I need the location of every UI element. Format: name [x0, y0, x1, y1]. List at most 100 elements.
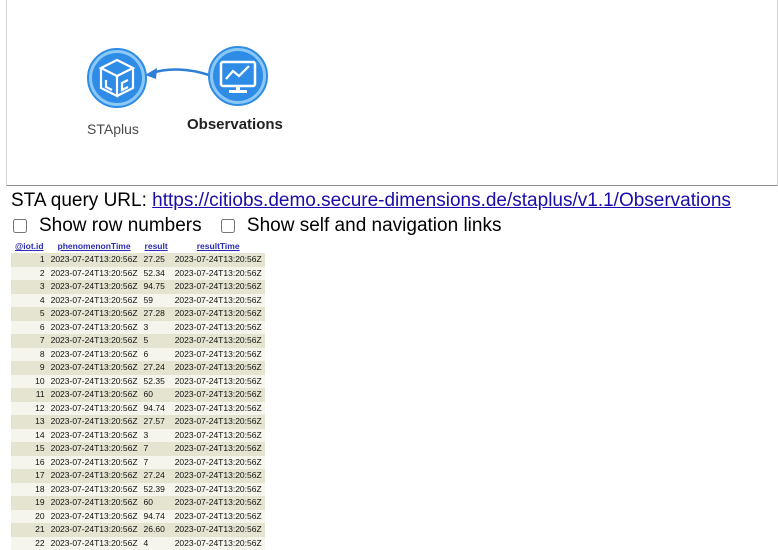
- cell-result: 7: [141, 442, 172, 456]
- cell-result: 60: [141, 496, 172, 510]
- table-row: 202023-07-24T13:20:56Z94.742023-07-24T13…: [11, 510, 265, 524]
- table-row: 142023-07-24T13:20:56Z32023-07-24T13:20:…: [11, 429, 265, 443]
- cell-result: 6: [141, 348, 172, 362]
- cell-result-time: 2023-07-24T13:20:56Z: [172, 388, 265, 402]
- table-row: 192023-07-24T13:20:56Z602023-07-24T13:20…: [11, 496, 265, 510]
- cell-result-time: 2023-07-24T13:20:56Z: [172, 307, 265, 321]
- show-row-numbers-label: Show row numbers: [39, 215, 202, 237]
- cell-iot-id: 14: [11, 429, 48, 443]
- cell-result: 5: [141, 334, 172, 348]
- cell-phenomenon-time: 2023-07-24T13:20:56Z: [48, 321, 141, 335]
- table-row: 222023-07-24T13:20:56Z42023-07-24T13:20:…: [11, 537, 265, 550]
- cell-iot-id: 3: [11, 280, 48, 294]
- cell-iot-id: 16: [11, 456, 48, 470]
- cell-phenomenon-time: 2023-07-24T13:20:56Z: [48, 496, 141, 510]
- cell-iot-id: 2: [11, 267, 48, 281]
- cell-result: 27.24: [141, 361, 172, 375]
- cell-phenomenon-time: 2023-07-24T13:20:56Z: [48, 375, 141, 389]
- cell-iot-id: 19: [11, 496, 48, 510]
- table-row: 122023-07-24T13:20:56Z94.742023-07-24T13…: [11, 402, 265, 416]
- cell-result-time: 2023-07-24T13:20:56Z: [172, 375, 265, 389]
- cell-iot-id: 17: [11, 469, 48, 483]
- cell-result-time: 2023-07-24T13:20:56Z: [172, 429, 265, 443]
- cell-phenomenon-time: 2023-07-24T13:20:56Z: [48, 442, 141, 456]
- table-row: 212023-07-24T13:20:56Z26.602023-07-24T13…: [11, 523, 265, 537]
- cell-result-time: 2023-07-24T13:20:56Z: [172, 321, 265, 335]
- cell-iot-id: 9: [11, 361, 48, 375]
- cell-result: 60: [141, 388, 172, 402]
- cell-iot-id: 13: [11, 415, 48, 429]
- table-row: 42023-07-24T13:20:56Z592023-07-24T13:20:…: [11, 294, 265, 308]
- staplus-node[interactable]: [88, 49, 146, 107]
- cell-iot-id: 6: [11, 321, 48, 335]
- table-row: 172023-07-24T13:20:56Z27.242023-07-24T13…: [11, 469, 265, 483]
- cell-result-time: 2023-07-24T13:20:56Z: [172, 523, 265, 537]
- cell-iot-id: 22: [11, 537, 48, 550]
- query-url-link[interactable]: https://citiobs.demo.secure-dimensions.d…: [152, 190, 731, 211]
- table-row: 102023-07-24T13:20:56Z52.352023-07-24T13…: [11, 375, 265, 389]
- cell-phenomenon-time: 2023-07-24T13:20:56Z: [48, 334, 141, 348]
- cell-phenomenon-time: 2023-07-24T13:20:56Z: [48, 469, 141, 483]
- cell-result: 59: [141, 294, 172, 308]
- cell-result-time: 2023-07-24T13:20:56Z: [172, 280, 265, 294]
- cell-result: 4: [141, 537, 172, 550]
- table-row: 112023-07-24T13:20:56Z602023-07-24T13:20…: [11, 388, 265, 402]
- column-header-result-time[interactable]: resultTime: [172, 239, 265, 253]
- cell-iot-id: 1: [11, 253, 48, 267]
- column-header-result[interactable]: result: [141, 239, 172, 253]
- cell-phenomenon-time: 2023-07-24T13:20:56Z: [48, 388, 141, 402]
- cell-result: 94.74: [141, 402, 172, 416]
- cell-iot-id: 20: [11, 510, 48, 524]
- table-row: 72023-07-24T13:20:56Z52023-07-24T13:20:5…: [11, 334, 265, 348]
- staplus-node-label: STAplus: [87, 121, 139, 137]
- entity-graph: [7, 0, 778, 186]
- cell-result: 94.75: [141, 280, 172, 294]
- cell-result-time: 2023-07-24T13:20:56Z: [172, 456, 265, 470]
- table-header-row: @iot.id phenomenonTime result resultTime: [11, 239, 265, 253]
- cell-result-time: 2023-07-24T13:20:56Z: [172, 483, 265, 497]
- cell-result-time: 2023-07-24T13:20:56Z: [172, 469, 265, 483]
- cell-result: 26.60: [141, 523, 172, 537]
- cell-result: 7: [141, 456, 172, 470]
- cell-iot-id: 11: [11, 388, 48, 402]
- display-options: Show row numbers Show self and navigatio…: [13, 215, 515, 239]
- cell-result-time: 2023-07-24T13:20:56Z: [172, 361, 265, 375]
- cell-phenomenon-time: 2023-07-24T13:20:56Z: [48, 510, 141, 524]
- column-header-phenomenon-time[interactable]: phenomenonTime: [48, 239, 141, 253]
- cell-iot-id: 5: [11, 307, 48, 321]
- relation-edge: [152, 69, 209, 75]
- table-row: 92023-07-24T13:20:56Z27.242023-07-24T13:…: [11, 361, 265, 375]
- cell-result: 27.57: [141, 415, 172, 429]
- show-row-numbers-checkbox[interactable]: [13, 219, 27, 233]
- cell-phenomenon-time: 2023-07-24T13:20:56Z: [48, 456, 141, 470]
- cell-iot-id: 15: [11, 442, 48, 456]
- entity-graph-panel[interactable]: STAplus Observations: [6, 0, 778, 186]
- show-links-label: Show self and navigation links: [247, 215, 502, 237]
- show-row-numbers-option[interactable]: Show row numbers: [13, 215, 202, 237]
- cell-result: 52.34: [141, 267, 172, 281]
- observations-node[interactable]: [209, 47, 267, 105]
- cell-phenomenon-time: 2023-07-24T13:20:56Z: [48, 294, 141, 308]
- table-row: 82023-07-24T13:20:56Z62023-07-24T13:20:5…: [11, 348, 265, 362]
- cell-phenomenon-time: 2023-07-24T13:20:56Z: [48, 280, 141, 294]
- cell-result: 27.25: [141, 253, 172, 267]
- table-row: 22023-07-24T13:20:56Z52.342023-07-24T13:…: [11, 267, 265, 281]
- cell-phenomenon-time: 2023-07-24T13:20:56Z: [48, 253, 141, 267]
- table-row: 162023-07-24T13:20:56Z72023-07-24T13:20:…: [11, 456, 265, 470]
- table-row: 32023-07-24T13:20:56Z94.752023-07-24T13:…: [11, 280, 265, 294]
- cell-result-time: 2023-07-24T13:20:56Z: [172, 402, 265, 416]
- cell-iot-id: 4: [11, 294, 48, 308]
- cell-phenomenon-time: 2023-07-24T13:20:56Z: [48, 361, 141, 375]
- cell-iot-id: 10: [11, 375, 48, 389]
- show-links-option[interactable]: Show self and navigation links: [221, 215, 502, 237]
- cell-result-time: 2023-07-24T13:20:56Z: [172, 496, 265, 510]
- cell-result: 27.28: [141, 307, 172, 321]
- column-header-iot-id[interactable]: @iot.id: [11, 239, 48, 253]
- query-url-line: STA query URL: https://citiobs.demo.secu…: [11, 190, 731, 212]
- cell-iot-id: 12: [11, 402, 48, 416]
- cell-result-time: 2023-07-24T13:20:56Z: [172, 294, 265, 308]
- show-links-checkbox[interactable]: [221, 219, 235, 233]
- table-row: 62023-07-24T13:20:56Z32023-07-24T13:20:5…: [11, 321, 265, 335]
- cell-phenomenon-time: 2023-07-24T13:20:56Z: [48, 307, 141, 321]
- cell-result-time: 2023-07-24T13:20:56Z: [172, 253, 265, 267]
